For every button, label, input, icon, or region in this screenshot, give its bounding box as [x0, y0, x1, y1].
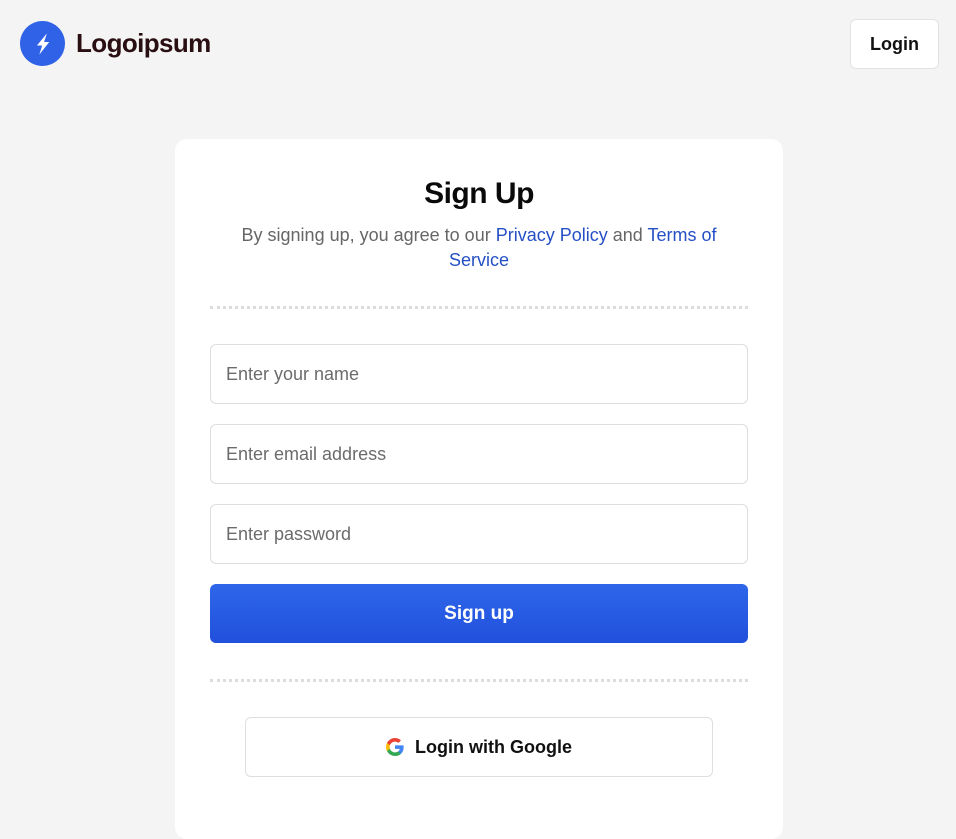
name-input[interactable] — [210, 344, 748, 404]
signup-card: Sign Up By signing up, you agree to our … — [175, 139, 783, 839]
logo-text: Logoipsum — [76, 28, 211, 58]
google-button-label: Login with Google — [415, 736, 572, 757]
lightning-bolt-icon — [20, 21, 65, 66]
login-with-google-button[interactable]: Login with Google — [245, 717, 713, 777]
password-input[interactable] — [210, 504, 748, 564]
sign-up-button[interactable]: Sign up — [210, 584, 748, 643]
terms-notice: By signing up, you agree to our Privacy … — [215, 223, 743, 273]
privacy-policy-link[interactable]: Privacy Policy — [496, 225, 608, 245]
top-header: Logoipsum Login — [0, 0, 956, 90]
logo-link[interactable]: Logoipsum — [20, 21, 211, 66]
divider-top — [210, 306, 748, 309]
divider-bottom — [210, 679, 748, 682]
terms-prefix: By signing up, you agree to our — [241, 225, 496, 245]
email-input[interactable] — [210, 424, 748, 484]
google-icon — [386, 738, 404, 756]
login-button[interactable]: Login — [850, 19, 939, 69]
page-title: Sign Up — [424, 177, 534, 210]
terms-and: and — [607, 225, 648, 245]
